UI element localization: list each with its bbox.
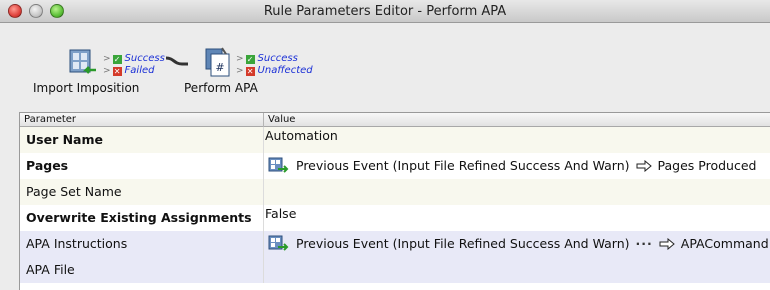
table-header: Parameter Value	[20, 113, 770, 127]
perform-apa-icon: #	[205, 47, 230, 77]
event-source: Previous Event (Input File Refined Succe…	[296, 158, 630, 173]
parameter-value[interactable]	[264, 179, 770, 205]
close-window-button[interactable]	[8, 4, 22, 18]
failed-x-icon: ✕	[245, 67, 255, 76]
minimize-window-button[interactable]	[29, 4, 43, 18]
parameter-name: APA Instructions	[20, 231, 264, 257]
parameter-value[interactable]: Automation	[264, 127, 770, 153]
branch-label: Failed	[124, 65, 155, 76]
table-row[interactable]: Page Set Name	[20, 179, 770, 205]
table-row-selected[interactable]: APA File	[20, 257, 770, 283]
table-row[interactable]: User Name Automation	[20, 127, 770, 153]
branch-failed: > ✕ Failed	[103, 65, 154, 77]
branch-label: Unaffected	[257, 65, 313, 76]
branch-arrow-icon: >	[103, 66, 111, 76]
workflow-node-import-imposition[interactable]: > ✓ Success > ✕ Failed Import Imposition	[0, 24, 170, 112]
event-link-icon	[268, 235, 289, 251]
branch-success: > ✓ Success	[103, 53, 165, 65]
title-bar: Rule Parameters Editor - Perform APA	[0, 0, 770, 23]
table-row-selected[interactable]: APA Instructions Previous Event (Input F…	[20, 231, 770, 257]
branch-label: Success	[257, 53, 298, 64]
branch-label: Success	[124, 53, 165, 64]
event-target: APACommand	[680, 236, 769, 251]
event-link-icon	[268, 157, 289, 173]
node-label: Import Imposition	[33, 81, 140, 95]
branch-arrow-icon: >	[236, 66, 244, 76]
parameter-name: Page Set Name	[20, 179, 264, 205]
parameter-value[interactable]	[264, 257, 770, 283]
failed-x-icon: ✕	[112, 67, 122, 76]
table-row[interactable]: Overwrite Existing Assignments False	[20, 205, 770, 231]
parameter-name: Overwrite Existing Assignments	[20, 205, 264, 231]
event-source: Previous Event (Input File Refined Succe…	[296, 236, 630, 251]
workflow-diagram: > ✓ Success > ✕ Failed Import Imposition # >…	[0, 24, 770, 112]
window-title: Rule Parameters Editor - Perform APA	[263, 4, 507, 19]
column-header-value[interactable]: Value	[264, 113, 770, 127]
ellipsis-icon[interactable]: ···	[636, 231, 653, 257]
parameter-name: User Name	[20, 127, 264, 153]
parameter-value[interactable]: False	[264, 205, 770, 231]
branch-arrow-icon: >	[103, 54, 111, 64]
right-arrow-icon	[659, 238, 675, 250]
success-check-icon: ✓	[112, 55, 122, 64]
branch-arrow-icon: >	[236, 54, 244, 64]
success-check-icon: ✓	[245, 55, 255, 64]
parameter-name: APA File	[20, 257, 264, 283]
parameter-value[interactable]: Previous Event (Input File Refined Succe…	[264, 153, 770, 179]
svg-text:#: #	[215, 61, 224, 74]
right-arrow-icon	[636, 160, 652, 172]
branch-unaffected: > ✕ Unaffected	[236, 65, 313, 77]
parameter-value[interactable]: Previous Event (Input File Refined Succe…	[264, 231, 770, 257]
zoom-window-button[interactable]	[50, 4, 64, 18]
branch-success: > ✓ Success	[236, 53, 298, 65]
column-header-parameter[interactable]: Parameter	[20, 113, 264, 127]
workflow-node-perform-apa[interactable]: # > ✓ Success > ✕ Unaffected Perform APA	[180, 24, 340, 112]
table-row[interactable]: Pages Previous Event (Input File Refined…	[20, 153, 770, 179]
import-imposition-icon	[69, 49, 96, 74]
node-label: Perform APA	[184, 81, 258, 95]
event-target: Pages Produced	[657, 158, 757, 173]
parameter-name: Pages	[20, 153, 264, 179]
parameters-table: Parameter Value User Name Automation Pag…	[19, 112, 770, 290]
